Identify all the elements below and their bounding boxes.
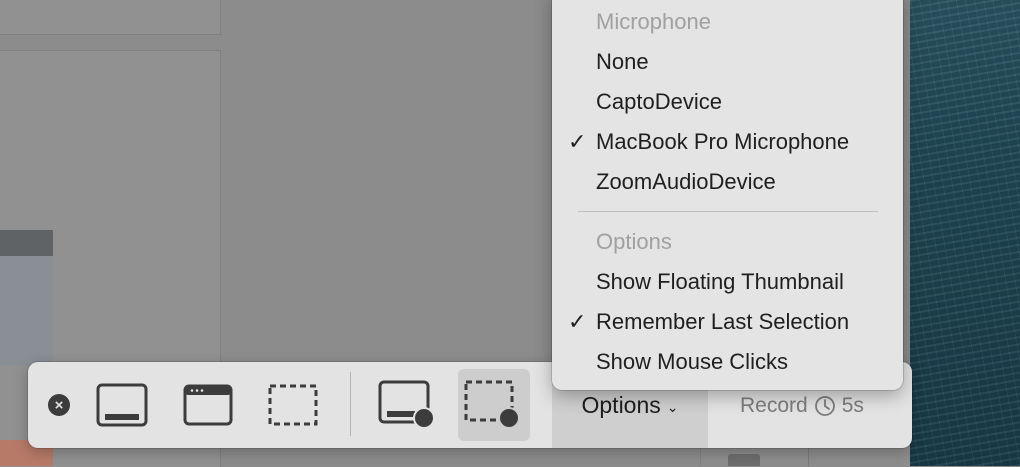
dashed-selection-icon [268,384,318,426]
menu-item-macbook-pro-microphone[interactable]: MacBook Pro Microphone [596,122,849,162]
background-window-strip [0,230,53,256]
options-dropdown-menu: Microphone None CaptoDevice ✓ MacBook Pr… [552,0,903,390]
toolbar-divider [350,372,351,436]
timer-icon [814,396,835,416]
menu-item-captodevice[interactable]: CaptoDevice [596,82,722,122]
selection-record-icon [464,380,520,429]
menu-item-remember-last-selection[interactable]: Remember Last Selection [596,302,849,342]
screen-icon [96,383,148,427]
capture-selected-window-button[interactable] [172,369,244,441]
menu-item-show-mouse-clicks[interactable]: Show Mouse Clicks [596,342,788,382]
options-label: Options [581,391,661,418]
record-label: Record [740,394,808,417]
menu-item-zoomaudiodevice[interactable]: ZoomAudioDevice [596,162,776,202]
screen-record-icon [378,380,435,429]
timer-label: 5s [841,394,864,417]
menu-item-show-floating-thumbnail[interactable]: Show Floating Thumbnail [596,262,844,302]
window-icon [183,384,233,426]
menu-header-microphone: Microphone [596,9,711,34]
chevron-down-icon: ⌄ [666,398,679,415]
record-button[interactable]: Record 5s [740,392,864,420]
desktop-wallpaper [910,0,1020,466]
background-app-icon [728,454,760,466]
record-entire-screen-button[interactable] [372,369,444,441]
background-window-panel [0,0,221,35]
capture-selected-portion-button[interactable] [257,369,329,441]
menu-separator [578,211,878,212]
close-icon[interactable]: × [48,394,70,416]
record-selected-portion-button[interactable] [458,369,530,441]
capture-entire-screen-button[interactable] [86,369,158,441]
menu-item-none[interactable]: None [596,42,649,82]
background-divider [808,446,809,466]
checkmark-icon: ✓ [568,309,587,334]
menu-header-options: Options [596,229,672,254]
checkmark-icon: ✓ [568,129,587,154]
background-window-strip [0,256,53,366]
